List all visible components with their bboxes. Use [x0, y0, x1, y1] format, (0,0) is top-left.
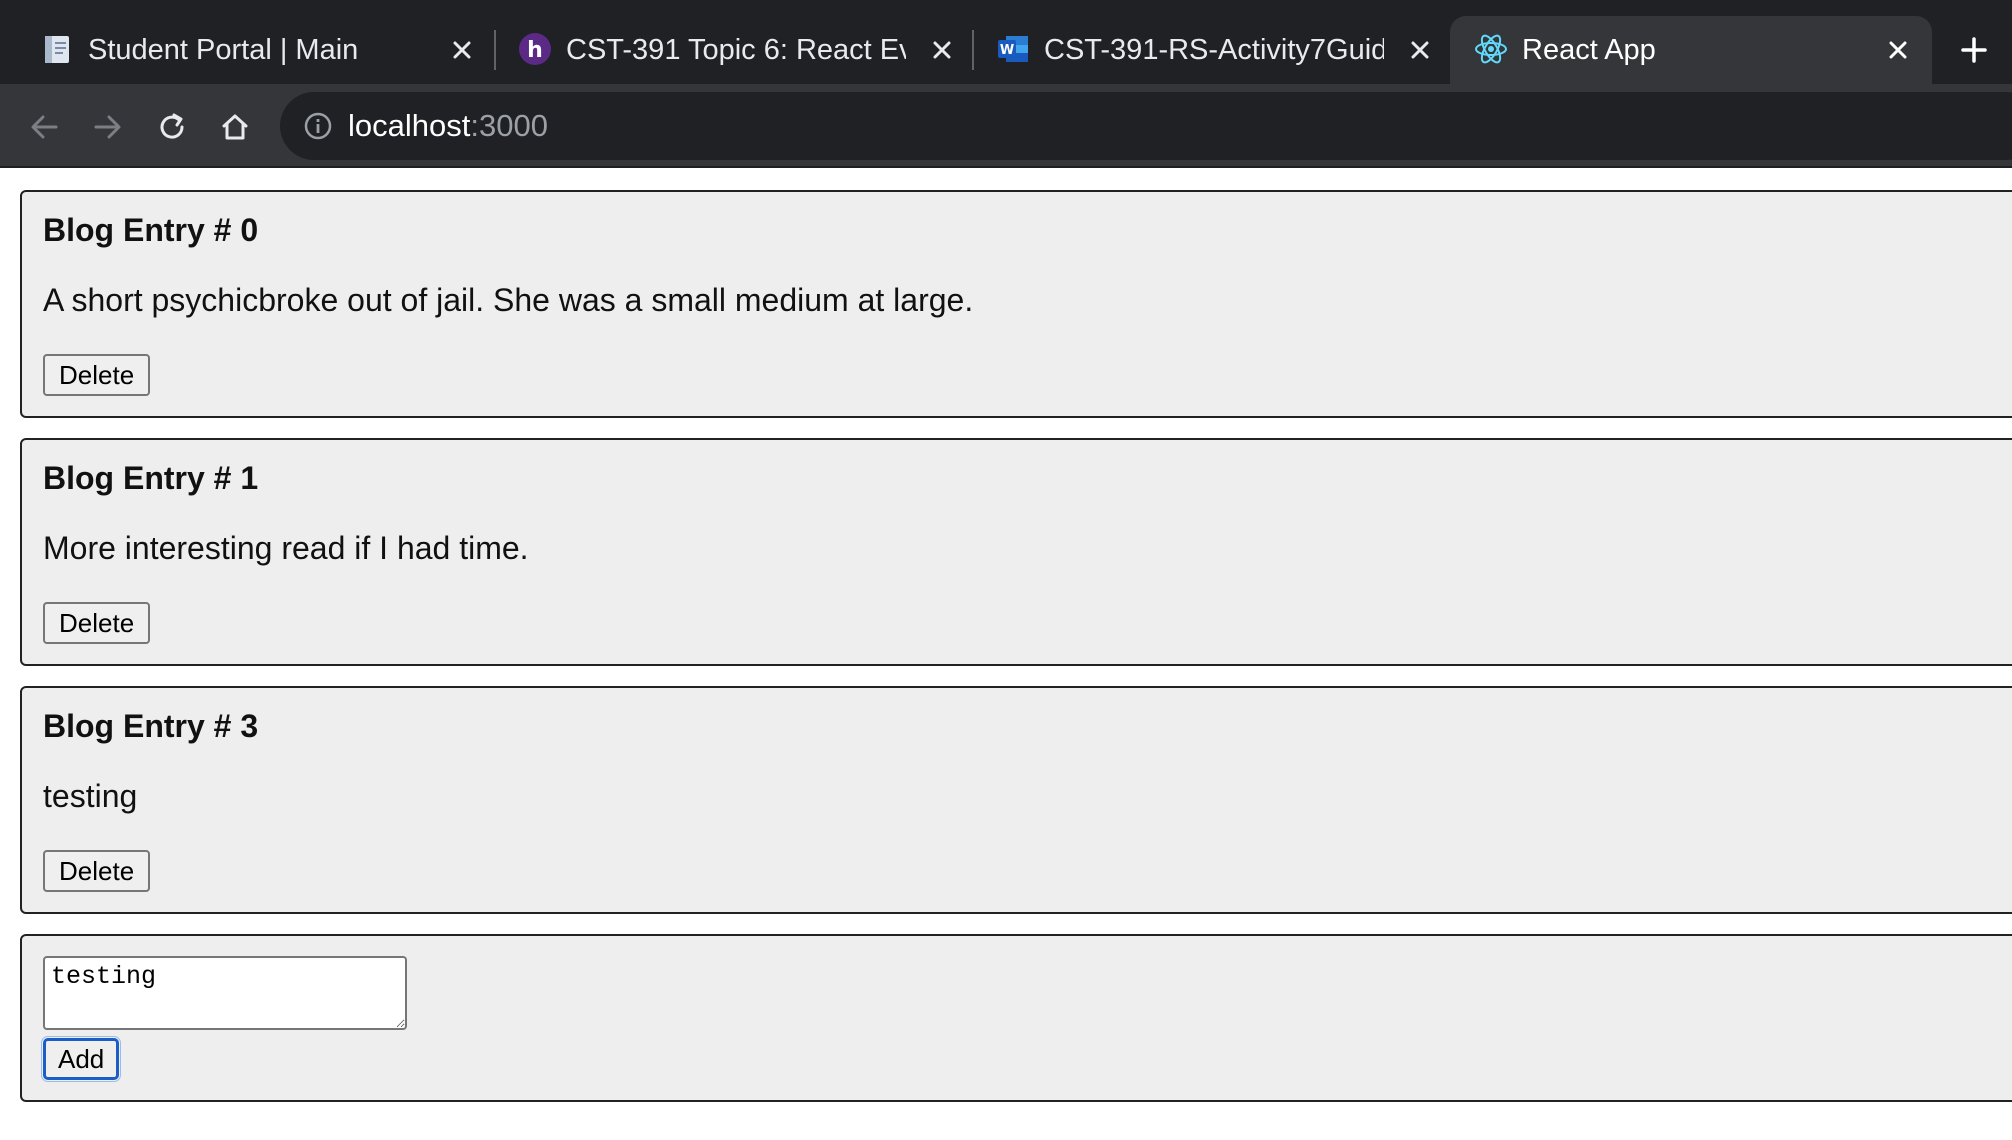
word-icon: W: [996, 32, 1030, 66]
new-entry-textarea[interactable]: testing: [43, 956, 407, 1030]
tab-title: CST-391-RS-Activity7Guide.dc: [1044, 34, 1384, 66]
info-icon[interactable]: [302, 110, 334, 142]
svg-text:h: h: [527, 38, 543, 63]
tab-title: CST-391 Topic 6: React Event H: [566, 34, 906, 66]
document-icon: [40, 32, 74, 66]
forward-button[interactable]: [84, 103, 132, 151]
tab-cst391-topic6[interactable]: h CST-391 Topic 6: React Event H: [478, 16, 960, 84]
tab-activity7-guide[interactable]: W CST-391-RS-Activity7Guide.dc: [956, 16, 1438, 84]
delete-button[interactable]: Delete: [43, 602, 151, 644]
blog-entry-heading: Blog Entry # 1: [43, 460, 259, 496]
browser-toolbar: localhost:3000: [0, 84, 2012, 168]
react-icon: [1474, 32, 1508, 66]
plus-icon: [1961, 37, 1987, 63]
blog-entry-heading: Blog Entry # 0: [43, 212, 259, 248]
blog-entry-text: More interesting read if I had time.: [43, 530, 529, 566]
home-button[interactable]: [211, 103, 259, 151]
blog-entry-text: A short psychicbroke out of jail. She wa…: [43, 282, 974, 318]
back-button[interactable]: [20, 103, 68, 151]
new-entry-form: testing Add: [20, 934, 2012, 1102]
address-bar[interactable]: localhost:3000: [280, 92, 2012, 160]
new-tab-button[interactable]: [1952, 28, 1996, 72]
tab-title: Student Portal | Main: [88, 34, 359, 66]
tab-react-app[interactable]: React App: [1450, 16, 1932, 84]
delete-button[interactable]: Delete: [43, 850, 151, 892]
home-icon: [222, 114, 248, 140]
close-icon[interactable]: [1878, 30, 1918, 70]
add-button[interactable]: Add: [40, 1036, 122, 1082]
blog-entry-text: testing: [43, 778, 138, 814]
svg-text:W: W: [1000, 43, 1014, 58]
url-port: :3000: [470, 108, 548, 143]
blog-entry: Blog Entry # 3 testing Delete: [20, 686, 2012, 914]
tab-title: React App: [1522, 34, 1656, 66]
halo-h-icon: h: [518, 32, 552, 66]
page-content: Blog Entry # 0 A short psychicbroke out …: [0, 170, 2012, 1140]
browser-tab-strip: Student Portal | Main h CST-391 Topic 6:…: [0, 0, 2012, 84]
arrow-right-icon: [94, 115, 121, 139]
reload-button[interactable]: [148, 103, 196, 151]
close-icon[interactable]: [1400, 30, 1440, 70]
blog-entry: Blog Entry # 1 More interesting read if …: [20, 438, 2012, 666]
delete-button[interactable]: Delete: [43, 354, 151, 396]
address-url: localhost:3000: [348, 108, 548, 144]
blog-entry-heading: Blog Entry # 3: [43, 708, 259, 744]
close-icon[interactable]: [442, 30, 482, 70]
reload-icon: [160, 113, 184, 139]
tab-student-portal[interactable]: Student Portal | Main: [0, 16, 482, 84]
url-host: localhost: [348, 108, 471, 143]
arrow-left-icon: [31, 115, 58, 139]
blog-entry: Blog Entry # 0 A short psychicbroke out …: [20, 190, 2012, 418]
